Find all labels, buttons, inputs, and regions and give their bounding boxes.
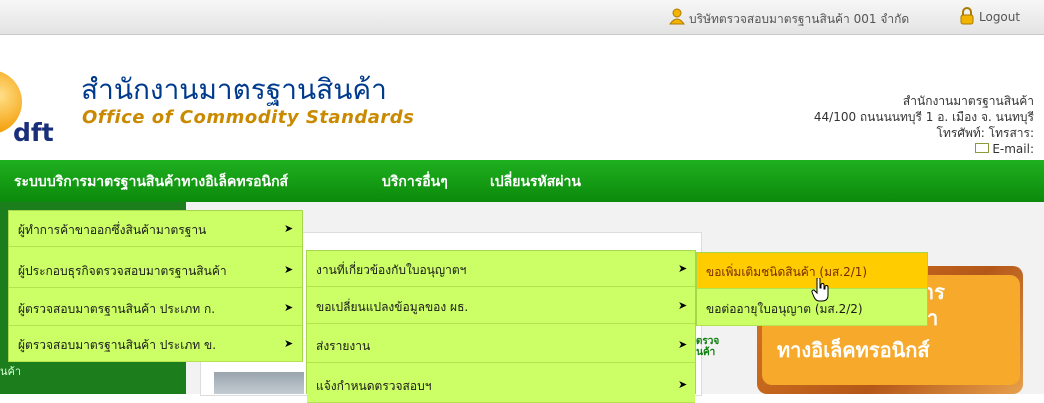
contact-info: สำนักงานมาตรฐานสินค้า 44/100 ถนนนนทบุรี … — [814, 93, 1034, 157]
company-name: บริษัทตรวจสอบมาตรฐานสินค้า 001 จำกัด — [689, 12, 910, 26]
nav-electronic-service[interactable]: ระบบบริการมาตรฐานสินค้าทางอิเล็คทรอนิกส์ — [14, 171, 288, 193]
logo-text: dft — [13, 118, 54, 147]
hand-cursor-icon — [811, 278, 829, 302]
menu-item-inspection-schedule[interactable]: แจ้งกำหนดตรวจสอบฯ ➤ — [307, 367, 695, 403]
menu-item-change-info[interactable]: ขอเปลี่ยนแปลงข้อมูลของ ผธ. ➤ — [307, 288, 695, 324]
menu-item-label: ผู้ทำการค้าขาออกซึ่งสินค้ามาตรฐาน — [18, 223, 207, 237]
menu-item-label: ผู้ประกอบธุรกิจตรวจสอบมาตรฐานสินค้า — [18, 264, 227, 278]
nav-change-password[interactable]: เปลี่ยนรหัสผ่าน — [490, 171, 581, 193]
arrow-right-icon: ➤ — [678, 299, 688, 312]
site-header: dft สำนักงานมาตรฐานสินค้า Office of Comm… — [0, 36, 1044, 160]
menu-level-1: ผู้ทำการค้าขาออกซึ่งสินค้ามาตรฐาน ➤ ผู้ป… — [8, 210, 303, 362]
main-nav: ระบบบริการมาตรฐานสินค้าทางอิเล็คทรอนิกส์… — [0, 160, 1044, 202]
menu-item-label: ขอเปลี่ยนแปลงข้อมูลของ ผธ. — [316, 300, 469, 314]
menu-item-exporter[interactable]: ผู้ทำการค้าขาออกซึ่งสินค้ามาตรฐาน ➤ — [9, 211, 302, 247]
banner-line-3: ทางอิเล็คทรอนิกส์ — [777, 338, 930, 362]
content-image — [214, 372, 304, 394]
menu-item-inspector-type-b[interactable]: ผู้ตรวจสอบมาตรฐานสินค้า ประเภท ข. ➤ — [9, 326, 302, 362]
arrow-right-icon: ➤ — [678, 378, 688, 391]
arrow-right-icon: ➤ — [678, 262, 688, 275]
site-title-english: Office of Commodity Standards — [82, 107, 415, 128]
menu-item-label: ผู้ตรวจสอบมาตรฐานสินค้า ประเภท ข. — [18, 338, 217, 352]
contact-email-row[interactable]: E-mail: — [814, 141, 1034, 157]
contact-address: 44/100 ถนนนนทบุรี 1 อ. เมือง จ. นนทบุรี — [813, 110, 1034, 124]
arrow-right-icon: ➤ — [678, 338, 688, 351]
lock-icon[interactable] — [959, 7, 975, 25]
arrow-right-icon: ➤ — [284, 222, 294, 235]
contact-org: สำนักงานมาตรฐานสินค้า — [902, 94, 1034, 108]
menu-item-inspection-business[interactable]: ผู้ประกอบธุรกิจตรวจสอบมาตรฐานสินค้า ➤ — [9, 252, 302, 288]
arrow-right-icon: ➤ — [284, 301, 294, 314]
contact-phone: โทรศัพท์: โทรสาร: — [936, 126, 1034, 140]
menu-item-send-report[interactable]: ส่งรายงาน ➤ — [307, 327, 695, 363]
user-bar: บริษัทตรวจสอบมาตรฐานสินค้า 001 จำกัด Log… — [0, 0, 1044, 35]
left-panel-text: นค้า — [0, 365, 22, 378]
menu-item-label: แจ้งกำหนดตรวจสอบฯ — [316, 379, 432, 393]
menu-item-label: ผู้ตรวจสอบมาตรฐานสินค้า ประเภท ก. — [18, 302, 216, 316]
mail-icon — [975, 143, 990, 153]
site-title-thai: สำนักงานมาตรฐานสินค้า — [81, 73, 387, 106]
menu-item-inspector-type-a[interactable]: ผู้ตรวจสอบมาตรฐานสินค้า ประเภท ก. ➤ — [9, 290, 302, 326]
menu-item-label: ส่งรายงาน — [316, 339, 371, 353]
contact-email[interactable]: E-mail: — [992, 142, 1034, 156]
menu-item-label: ขอต่ออายุใบอนุญาต (มส.2/2) — [706, 302, 863, 316]
arrow-right-icon: ➤ — [284, 337, 294, 350]
menu-item-label: ขอเพิ่มเติมชนิดสินค้า (มส.2/1) — [706, 265, 868, 279]
user-icon — [669, 8, 685, 25]
arrow-right-icon: ➤ — [284, 263, 294, 276]
menu-item-license-work[interactable]: งานที่เกี่ยวข้องกับใบอนุญาตฯ ➤ — [307, 251, 695, 287]
menu-item-label: งานที่เกี่ยวข้องกับใบอนุญาตฯ — [316, 263, 467, 277]
logout-link[interactable]: Logout — [979, 10, 1020, 24]
nav-other-services[interactable]: บริการอื่นๆ — [382, 171, 448, 193]
menu-level-2: งานที่เกี่ยวข้องกับใบอนุญาตฯ ➤ ขอเปลี่ยน… — [306, 250, 696, 403]
